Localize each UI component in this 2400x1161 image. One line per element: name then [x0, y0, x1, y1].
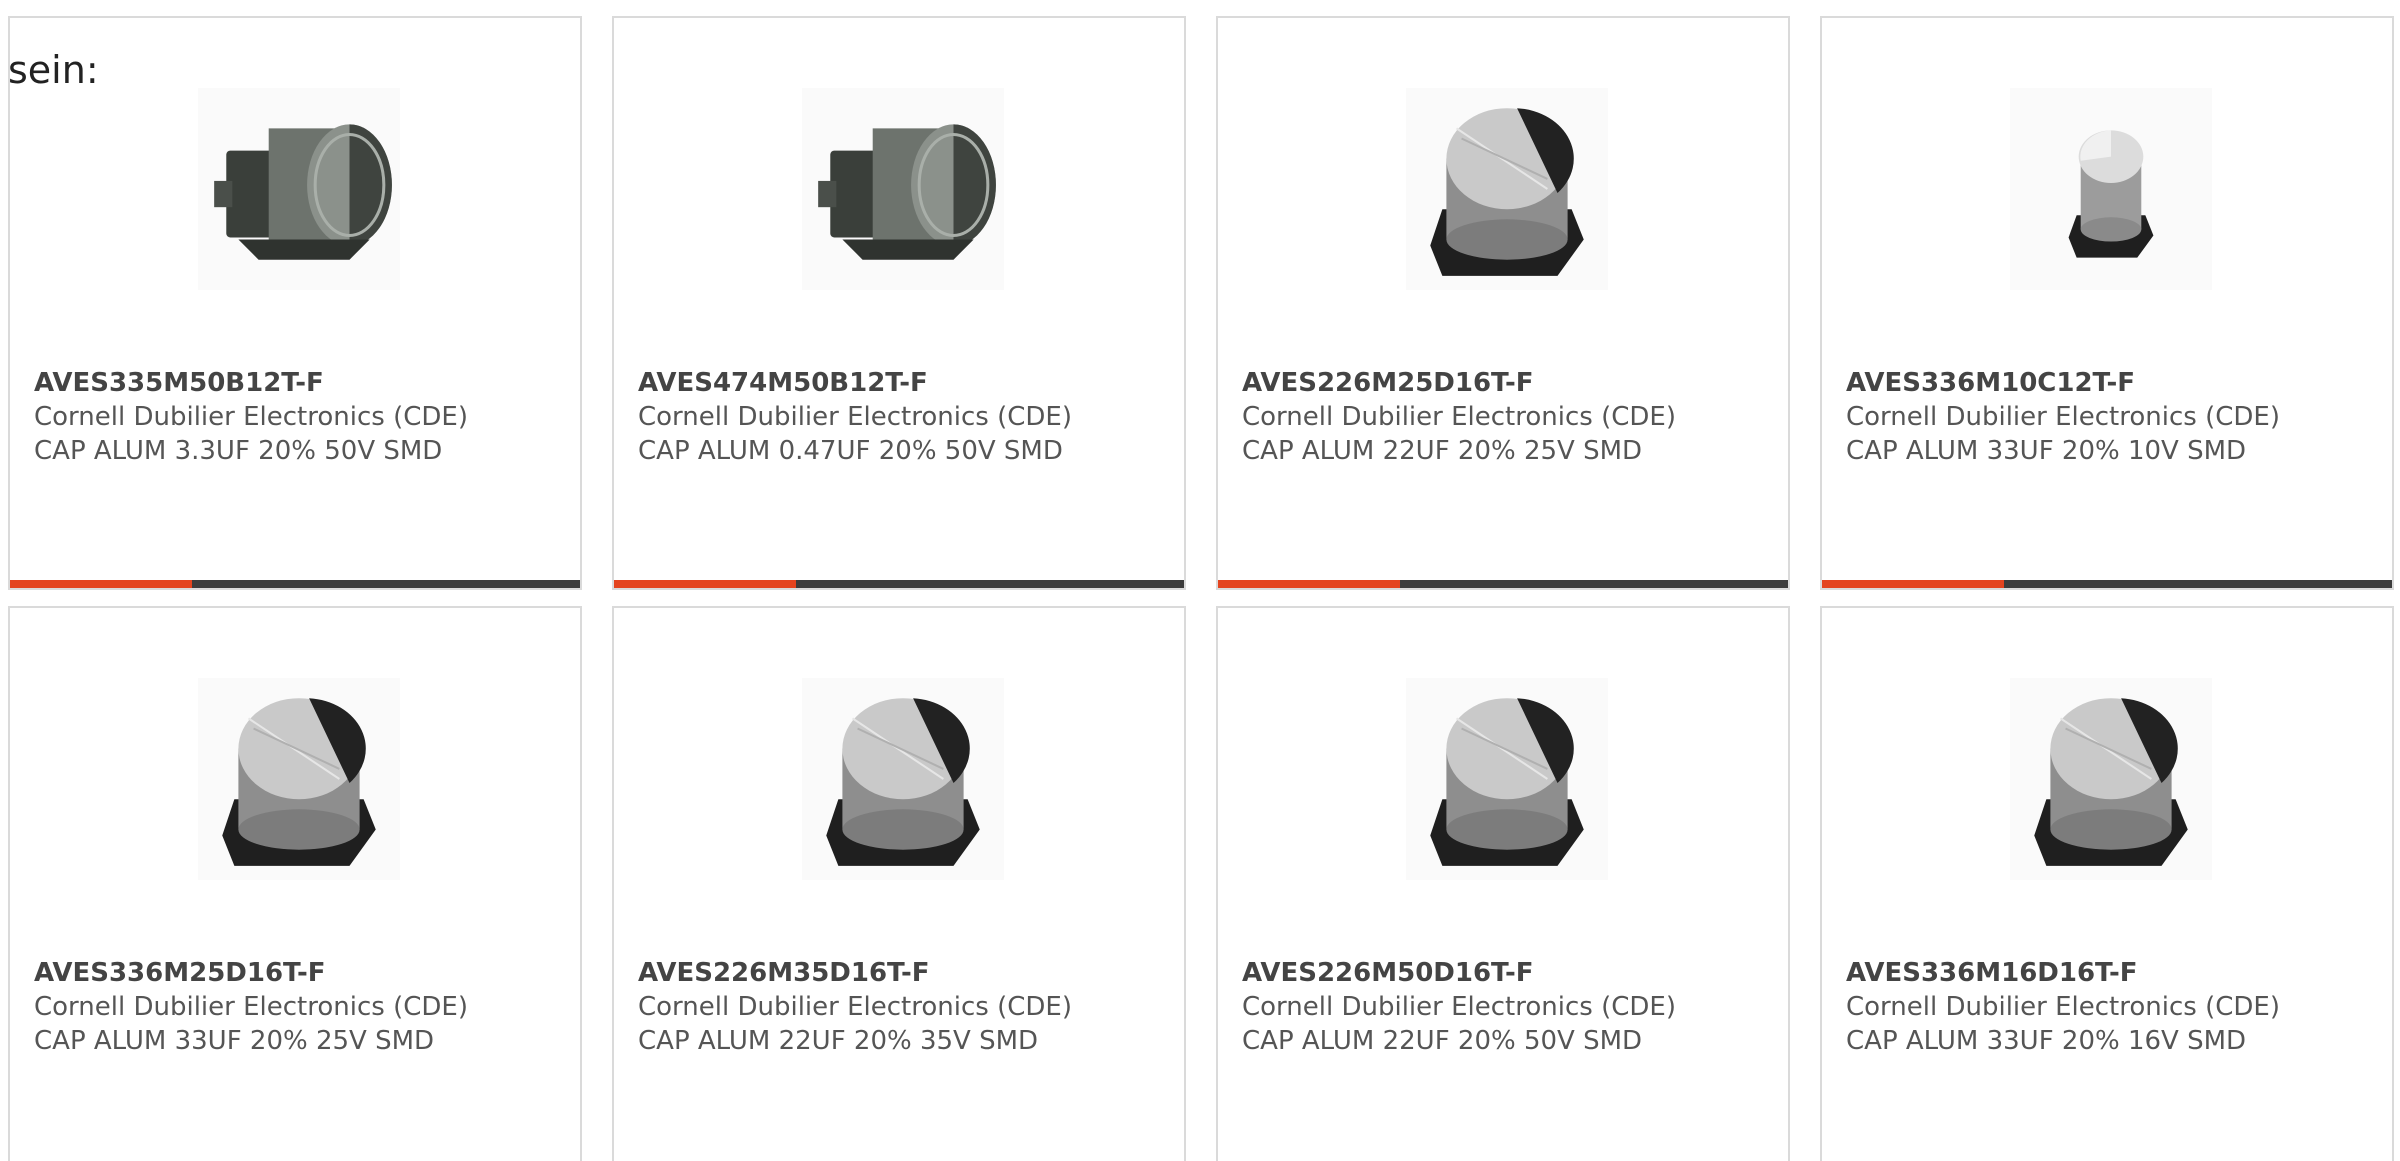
- part-number-link[interactable]: AVES226M25D16T-F: [1242, 366, 1772, 400]
- product-card[interactable]: AVES335M50B12T-F Cornell Dubilier Electr…: [8, 16, 582, 590]
- progress-bar-fill: [1218, 580, 1401, 588]
- capacitor-top-image[interactable]: [1406, 678, 1608, 880]
- part-number-link[interactable]: AVES336M25D16T-F: [34, 956, 564, 990]
- product-card[interactable]: AVES336M10C12T-F Cornell Dubilier Electr…: [1820, 16, 2394, 590]
- part-number-link[interactable]: AVES226M50D16T-F: [1242, 956, 1772, 990]
- manufacturer-text: Cornell Dubilier Electronics (CDE): [34, 992, 468, 1022]
- product-card[interactable]: AVES226M35D16T-F Cornell Dubilier Electr…: [612, 606, 1186, 1161]
- progress-bar: [1822, 580, 2392, 588]
- part-number-link[interactable]: AVES226M35D16T-F: [638, 956, 1168, 990]
- manufacturer-text: Cornell Dubilier Electronics (CDE): [1242, 992, 1676, 1022]
- capacitor-top-image[interactable]: [2010, 678, 2212, 880]
- progress-bar: [10, 580, 580, 588]
- progress-bar-fill: [614, 580, 797, 588]
- capacitor-top-image[interactable]: [1406, 88, 1608, 290]
- capacitor-top-image[interactable]: [198, 678, 400, 880]
- product-card[interactable]: AVES336M25D16T-F Cornell Dubilier Electr…: [8, 606, 582, 1161]
- product-card[interactable]: AVES474M50B12T-F Cornell Dubilier Electr…: [612, 16, 1186, 590]
- description-text: CAP ALUM 3.3UF 20% 50V SMD: [34, 436, 443, 466]
- description-text: CAP ALUM 22UF 20% 35V SMD: [638, 1026, 1039, 1056]
- capacitor-top-image[interactable]: [802, 678, 1004, 880]
- manufacturer-text: Cornell Dubilier Electronics (CDE): [34, 402, 468, 432]
- manufacturer-text: Cornell Dubilier Electronics (CDE): [638, 992, 1072, 1022]
- progress-bar-fill: [1822, 580, 2005, 588]
- progress-bar: [614, 580, 1184, 588]
- description-text: CAP ALUM 33UF 20% 25V SMD: [34, 1026, 435, 1056]
- page: sein: AVES335M50B12T-F Cornell Dubilier …: [0, 0, 2400, 1161]
- product-card[interactable]: AVES226M25D16T-F Cornell Dubilier Electr…: [1216, 16, 1790, 590]
- capacitor-small-image[interactable]: [2010, 88, 2212, 290]
- part-number-link[interactable]: AVES336M16D16T-F: [1846, 956, 2376, 990]
- capacitor-side-image[interactable]: [802, 88, 1004, 290]
- product-card[interactable]: AVES336M16D16T-F Cornell Dubilier Electr…: [1820, 606, 2394, 1161]
- part-number-link[interactable]: AVES474M50B12T-F: [638, 366, 1168, 400]
- description-text: CAP ALUM 33UF 20% 16V SMD: [1846, 1026, 2247, 1056]
- manufacturer-text: Cornell Dubilier Electronics (CDE): [638, 402, 1072, 432]
- manufacturer-text: Cornell Dubilier Electronics (CDE): [1846, 992, 2280, 1022]
- capacitor-side-image[interactable]: [198, 88, 400, 290]
- description-text: CAP ALUM 33UF 20% 10V SMD: [1846, 436, 2247, 466]
- part-number-link[interactable]: AVES336M10C12T-F: [1846, 366, 2376, 400]
- part-number-link[interactable]: AVES335M50B12T-F: [34, 366, 564, 400]
- progress-bar: [1218, 580, 1788, 588]
- intro-text: sein:: [8, 48, 99, 92]
- description-text: CAP ALUM 22UF 20% 50V SMD: [1242, 1026, 1643, 1056]
- description-text: CAP ALUM 22UF 20% 25V SMD: [1242, 436, 1643, 466]
- manufacturer-text: Cornell Dubilier Electronics (CDE): [1846, 402, 2280, 432]
- manufacturer-text: Cornell Dubilier Electronics (CDE): [1242, 402, 1676, 432]
- progress-bar-fill: [10, 580, 193, 588]
- product-card[interactable]: AVES226M50D16T-F Cornell Dubilier Electr…: [1216, 606, 1790, 1161]
- description-text: CAP ALUM 0.47UF 20% 50V SMD: [638, 436, 1063, 466]
